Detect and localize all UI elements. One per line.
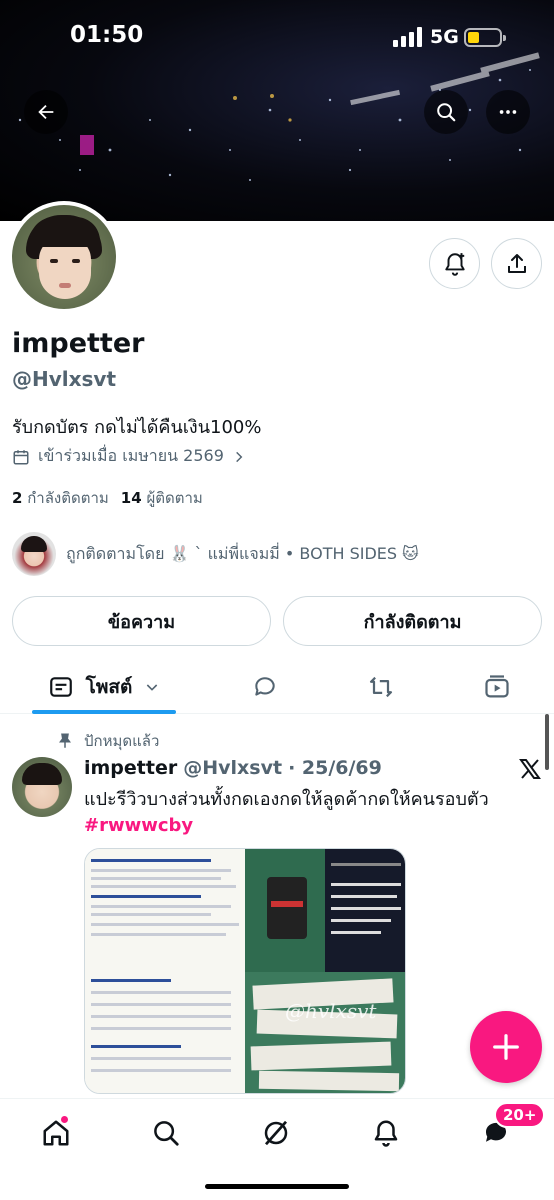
user-handle: @Hvlxsvt <box>12 367 117 391</box>
following-label: กำลังติดตาม <box>27 489 109 507</box>
tab-replies[interactable] <box>240 660 290 714</box>
tab-active-indicator <box>32 710 176 714</box>
tab-media[interactable] <box>472 660 522 714</box>
posts-icon <box>49 677 72 697</box>
nav-home[interactable] <box>32 1109 80 1157</box>
scrollbar[interactable] <box>545 714 549 770</box>
nav-search[interactable] <box>142 1109 190 1157</box>
follower-avatar <box>12 532 56 576</box>
messages-badge: 20+ <box>494 1102 546 1128</box>
tab-reposts[interactable] <box>356 660 406 714</box>
x-logo-icon <box>519 759 541 779</box>
signal-icon <box>393 27 422 47</box>
network-label: 5G <box>430 26 459 48</box>
more-icon <box>499 110 517 114</box>
post-body: แปะรีวิวบางส่วนทั้งกดเองกดให้ลูดค้ากดให้… <box>84 789 489 810</box>
calendar-icon <box>13 449 29 464</box>
profile-tabs: โพสต์ <box>0 660 554 714</box>
following-button[interactable]: กำลังติดตาม <box>283 596 542 646</box>
follow-counts: 2 กำลังติดตาม 14 ผู้ติดตาม <box>12 486 203 510</box>
following-link[interactable]: 2 กำลังติดตาม <box>12 486 109 510</box>
notify-button[interactable] <box>429 238 480 289</box>
post-text: แปะรีวิวบางส่วนทั้งกดเองกดให้ลูดค้ากดให้… <box>84 787 544 839</box>
share-button[interactable] <box>491 238 542 289</box>
avatar <box>12 205 116 309</box>
plus-icon <box>493 1034 519 1060</box>
status-time: 01:50 <box>70 22 144 48</box>
tab-posts-label: โพสต์ <box>85 676 133 698</box>
display-name: impetter <box>12 328 145 359</box>
post-date[interactable]: · 25/6/69 <box>288 757 382 779</box>
followed-by[interactable]: ถูกติดตามโดย 🐰 ` แม่พี่แจมมี่ • BOTH SID… <box>12 532 419 576</box>
followers-label: ผู้ติดตาม <box>146 489 203 507</box>
profile-avatar[interactable] <box>8 201 120 313</box>
followers-link[interactable]: 14 ผู้ติดตาม <box>121 486 203 510</box>
home-indicator <box>205 1184 349 1189</box>
nav-grok[interactable] <box>252 1109 300 1157</box>
nav-notifications[interactable] <box>362 1109 410 1157</box>
profile-bio: รับกดบัตร กดไม่ได้คืนเงิน100% <box>12 417 262 438</box>
joined-text: เข้าร่วมเมื่อ เมษายน 2569 <box>38 446 224 465</box>
post-author-handle[interactable]: @Hvlxsvt <box>183 757 282 779</box>
back-button[interactable] <box>24 90 68 134</box>
search-icon <box>437 103 456 122</box>
search-icon <box>154 1121 179 1146</box>
media-watermark: @hvlxsvt <box>285 999 377 1023</box>
media-tickets-image <box>245 972 405 1093</box>
bell-plus-icon <box>444 252 465 276</box>
reposts-icon <box>369 676 393 698</box>
replies-icon <box>255 677 275 696</box>
status-bar: 01:50 5G <box>0 0 554 76</box>
arrow-left-icon <box>38 104 54 120</box>
grok-icon <box>264 1120 288 1146</box>
tab-posts[interactable]: โพสต์ <box>32 660 176 714</box>
pinned-label: ปักหมุดแล้ว <box>84 732 160 750</box>
post-hashtag[interactable]: #rwwwcby <box>84 815 193 836</box>
post-header: impetter @Hvlxsvt · 25/6/69 <box>84 757 382 779</box>
followers-count: 14 <box>120 489 142 507</box>
notifications-icon <box>374 1120 398 1147</box>
chevron-right-icon <box>236 451 243 462</box>
more-button[interactable] <box>486 90 530 134</box>
media-card-image <box>245 849 325 972</box>
post-author-name[interactable]: impetter <box>84 757 177 779</box>
pinned-indicator: ปักหมุดแล้ว <box>56 729 159 753</box>
message-button[interactable]: ข้อความ <box>12 596 271 646</box>
profile-banner[interactable]: 01:50 5G <box>0 0 554 221</box>
chevron-down-icon <box>147 684 158 691</box>
home-notification-dot <box>60 1115 69 1124</box>
compose-button[interactable] <box>470 1011 542 1083</box>
followed-by-text: ถูกติดตามโดย 🐰 ` แม่พี่แจมมี่ • BOTH SID… <box>66 543 419 563</box>
pin-icon <box>59 733 71 748</box>
post-author-avatar[interactable] <box>12 757 72 817</box>
following-count: 2 <box>12 489 23 507</box>
media-document-image <box>85 849 245 1093</box>
media-phone-image <box>325 849 405 972</box>
joined-date[interactable]: เข้าร่วมเมื่อ เมษายน 2569 <box>12 444 246 469</box>
share-icon <box>507 253 526 273</box>
battery-icon <box>464 28 506 47</box>
search-button[interactable] <box>424 90 468 134</box>
post-media[interactable]: @hvlxsvt <box>84 848 406 1094</box>
media-icon <box>485 675 509 698</box>
